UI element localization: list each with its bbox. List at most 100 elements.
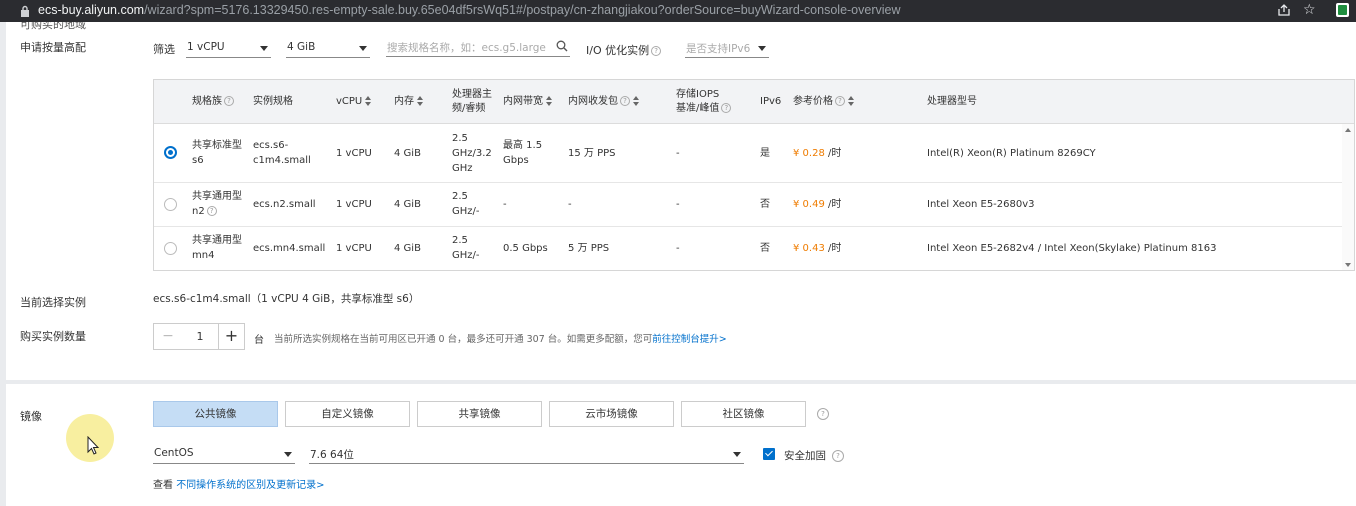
image-label: 镜像 [20, 410, 42, 423]
th-vcpu[interactable]: vCPU [336, 95, 372, 109]
memory-select[interactable]: 4 GiB [286, 38, 370, 58]
search-icon[interactable] [556, 40, 568, 52]
help-icon[interactable]: ? [835, 96, 845, 106]
extension-icon[interactable] [1336, 3, 1349, 17]
sort-icon[interactable] [848, 96, 855, 106]
th-bandwidth-text: 内网带宽 [503, 96, 543, 107]
table-header: 规格族? 实例规格 vCPU 内存 处理器主 频/睿频 内网带宽 内网收发包? 存… [154, 80, 1354, 124]
th-bandwidth[interactable]: 内网带宽 [503, 95, 553, 109]
radio-button[interactable] [164, 242, 177, 255]
io-optimized-text: I/O 优化实例 [586, 44, 650, 57]
help-icon[interactable]: ? [832, 450, 844, 462]
vcpu-select[interactable]: 1 vCPU [186, 38, 271, 58]
os-version-select[interactable]: 7.6 64位 [309, 444, 744, 464]
th-cpu-model: 处理器型号 [927, 96, 977, 107]
cell-frequency-line1: 2.5 [452, 133, 468, 144]
ipv6-select[interactable]: 是否支持IPv6 [685, 38, 769, 58]
cell-vcpu: 1 vCPU [336, 148, 372, 159]
th-iops-line1: 存储IOPS [676, 89, 720, 100]
cell-iops: - [676, 148, 680, 159]
share-icon[interactable] [1277, 3, 1291, 17]
sort-icon[interactable] [633, 96, 640, 106]
cell-pps: - [568, 199, 572, 210]
chevron-down-icon [359, 46, 367, 51]
cell-family-line2-wrap: n2? [192, 204, 242, 219]
help-icon[interactable]: ? [817, 408, 829, 420]
quota-increase-link[interactable]: 前往控制台提升> [652, 334, 726, 345]
bookmark-star-icon[interactable]: ☆ [1303, 2, 1316, 18]
cell-bandwidth: 0.5 Gbps [503, 243, 548, 254]
cell-spec: ecs.s6- c1m4.small [253, 138, 311, 168]
help-icon[interactable]: ? [620, 96, 630, 106]
increment-button[interactable]: + [218, 324, 244, 349]
security-hardening-text: 安全加固 [784, 450, 826, 462]
decrement-button[interactable]: − [154, 324, 182, 349]
cell-frequency: 2.5 GHz/3.2 GHz [452, 131, 492, 176]
cell-price: ¥ 0.49 /时 [793, 197, 841, 212]
sort-icon[interactable] [417, 96, 424, 106]
th-pps[interactable]: 内网收发包? [568, 95, 640, 109]
tab-shared-image[interactable]: 共享镜像 [417, 401, 542, 427]
cell-family-line1: 共享通用型 [192, 191, 242, 202]
cell-spec: ecs.n2.small [253, 199, 316, 210]
tab-public-image[interactable]: 公共镜像 [153, 401, 278, 427]
table-row[interactable]: 共享通用型 mn4 ecs.mn4.small 1 vCPU 4 GiB 2.5 G… [154, 227, 1342, 270]
th-frequency-line1: 处理器主 [452, 89, 492, 100]
cell-family-line1: 共享标准型 [192, 140, 242, 151]
browser-address-bar: ecs-buy.aliyun.com/wizard?spm=5176.13329… [0, 0, 1356, 22]
th-iops-line2: 基准/峰值? [676, 102, 732, 116]
tab-custom-image[interactable]: 自定义镜像 [285, 401, 410, 427]
price-value: ¥ 0.28 [793, 148, 825, 159]
os-diff-footer: 查看 不同操作系统的区别及更新记录> [153, 476, 325, 491]
th-iops: 存储IOPS 基准/峰值? [676, 88, 732, 116]
url-field[interactable]: ecs-buy.aliyun.com/wizard?spm=5176.13329… [38, 3, 901, 17]
quantity-label: 购买实例数量 [20, 330, 86, 343]
th-price[interactable]: 参考价格? [793, 95, 855, 109]
sort-icon[interactable] [546, 96, 553, 106]
cell-family-line2: s6 [192, 155, 204, 166]
scroll-down-icon[interactable] [1345, 263, 1351, 267]
radio-button[interactable] [164, 198, 177, 211]
os-select[interactable]: CentOS [153, 444, 295, 464]
radio-button-selected[interactable] [164, 146, 177, 159]
url-host: ecs-buy.aliyun.com [38, 3, 145, 17]
help-icon[interactable]: ? [651, 46, 662, 56]
cell-pps: 15 万 PPS [568, 148, 616, 159]
help-icon[interactable]: ? [224, 96, 234, 106]
tab-community-image[interactable]: 社区镜像 [681, 401, 806, 427]
cell-family-line2: n2 [192, 206, 205, 217]
th-family-text: 规格族 [192, 96, 222, 107]
cell-iops: - [676, 243, 680, 254]
cell-frequency-line1: 2.5 [452, 235, 468, 246]
tab-marketplace-image[interactable]: 云市场镜像 [549, 401, 674, 427]
cell-spec-line1: ecs.s6- [253, 140, 289, 151]
scroll-up-icon[interactable] [1345, 128, 1351, 132]
th-frequency-line2: 频/睿频 [452, 103, 486, 114]
chevron-down-icon [733, 452, 741, 457]
cell-ipv6: 否 [760, 199, 770, 210]
security-hardening-checkbox[interactable] [763, 448, 775, 460]
region-label-cut: 可购买的地域 [20, 22, 86, 31]
spec-search-input[interactable]: 搜索规格名称，如：ecs.g5.large [386, 37, 570, 57]
cell-family-line2: mn4 [192, 250, 215, 261]
cell-memory: 4 GiB [394, 199, 421, 210]
quantity-stepper[interactable]: − 1 + [153, 323, 245, 350]
quantity-value[interactable]: 1 [182, 324, 218, 349]
help-icon[interactable]: ? [721, 103, 732, 113]
os-diff-link[interactable]: 不同操作系统的区别及更新记录> [176, 480, 324, 491]
th-memory-text: 内存 [394, 96, 414, 107]
help-icon[interactable]: ? [206, 206, 217, 216]
price-unit: /时 [824, 243, 842, 254]
cell-frequency-line3: GHz [452, 163, 473, 174]
cell-frequency: 2.5 GHz/- [452, 189, 480, 219]
table-row[interactable]: 共享通用型 n2? ecs.n2.small 1 vCPU 4 GiB 2.5 GH… [154, 183, 1342, 227]
cell-frequency-line2: GHz/3.2 [452, 148, 492, 159]
th-family: 规格族? [192, 95, 234, 109]
table-scrollbar[interactable] [1342, 124, 1354, 270]
table-row[interactable]: 共享标准型 s6 ecs.s6- c1m4.small 1 vCPU 4 GiB 2… [154, 124, 1342, 183]
sort-icon[interactable] [365, 96, 372, 106]
search-placeholder: 搜索规格名称，如：ecs.g5.large [387, 42, 546, 54]
th-memory[interactable]: 内存 [394, 95, 424, 109]
chevron-down-icon [284, 452, 292, 457]
ipv6-select-placeholder: 是否支持IPv6 [686, 43, 751, 55]
